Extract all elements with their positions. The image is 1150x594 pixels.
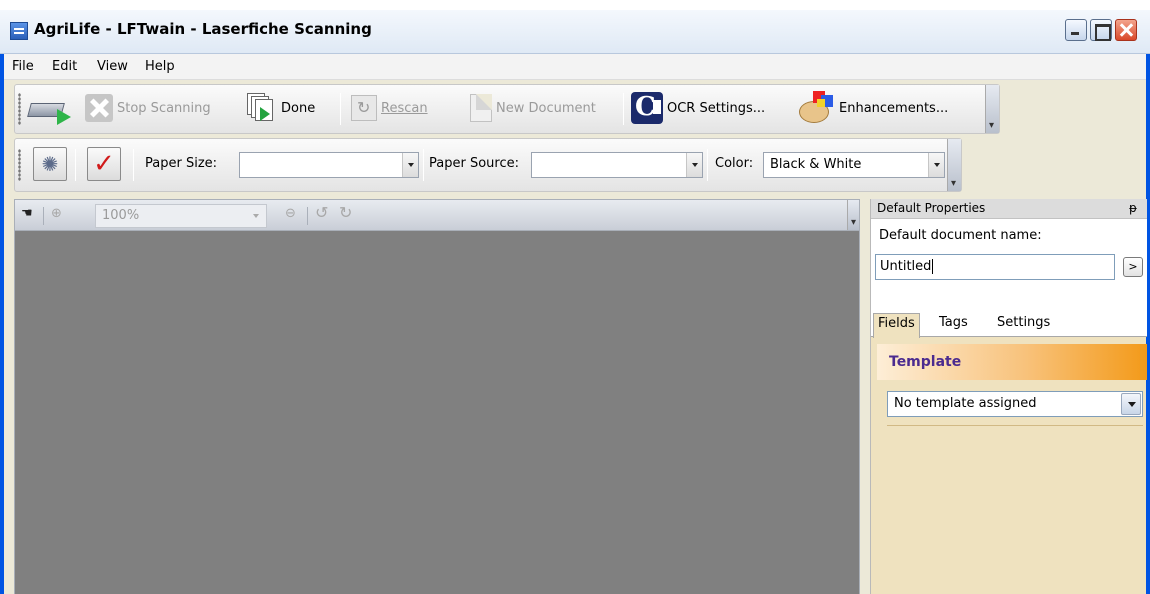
scan-toolbar: Stop Scanning Done Rescan New Document O…: [14, 84, 1000, 134]
document-name-label: Default document name:: [879, 228, 1042, 243]
properties-tabs: Fields Tags Settings: [871, 311, 1147, 338]
template-section-header: Template: [877, 344, 1147, 380]
stop-scanning-label: Stop Scanning: [117, 100, 211, 116]
menu-bar: File Edit View Help: [4, 54, 1146, 80]
paper-source-select[interactable]: [531, 152, 703, 178]
toolbar-grip[interactable]: [18, 149, 21, 181]
sparkle-icon: ✺: [33, 147, 67, 181]
new-document-icon: [470, 94, 492, 122]
checkmark-icon: ✓: [87, 147, 121, 181]
menu-view[interactable]: View: [97, 59, 128, 74]
zoom-value: 100%: [102, 208, 140, 223]
maximize-button[interactable]: [1090, 19, 1112, 41]
apply-name-button[interactable]: >: [1123, 257, 1143, 277]
toolbar-separator: [75, 149, 76, 181]
toolbar-overflow-button[interactable]: [947, 139, 961, 191]
template-title: Template: [889, 354, 962, 370]
rescan-icon: [351, 95, 377, 121]
check-settings-button[interactable]: ✓: [87, 147, 121, 181]
rescan-label: Rescan: [381, 100, 428, 116]
minimize-button[interactable]: [1065, 19, 1087, 41]
tab-fields[interactable]: Fields: [873, 313, 920, 338]
tab-tags[interactable]: Tags: [935, 315, 972, 330]
template-divider: [887, 425, 1143, 426]
rotate-right-icon[interactable]: ↻: [339, 203, 352, 222]
app-window: AgriLife - LFTwain - Laserfiche Scanning…: [0, 0, 1150, 594]
done-label: Done: [281, 100, 316, 116]
toolbar-separator: [423, 149, 424, 181]
menu-edit[interactable]: Edit: [52, 59, 77, 74]
new-document-label: New Document: [496, 100, 596, 116]
chevron-down-icon: [1121, 393, 1141, 415]
document-name-section: Default document name: Untitled >: [871, 219, 1147, 311]
toolbar-separator: [133, 149, 134, 181]
toolbar-separator: [340, 93, 341, 125]
tab-settings[interactable]: Settings: [993, 315, 1054, 330]
zoom-select[interactable]: 100%: [95, 204, 267, 228]
done-button[interactable]: Done: [247, 93, 315, 123]
enhancements-button[interactable]: Enhancements...: [799, 91, 948, 125]
window-title: AgriLife - LFTwain - Laserfiche Scanning: [34, 20, 372, 38]
ocr-icon: [631, 92, 663, 124]
properties-panel-header: Default Properties ᵽ: [871, 199, 1147, 219]
enhancements-label: Enhancements...: [839, 100, 949, 116]
menu-help[interactable]: Help: [145, 59, 175, 74]
color-select[interactable]: Black & White: [763, 152, 945, 178]
toolbar-overflow-button[interactable]: [985, 85, 999, 133]
zoom-in-icon[interactable]: ⊕: [51, 206, 62, 221]
menu-file[interactable]: File: [12, 59, 34, 74]
ocr-settings-label: OCR Settings...: [667, 100, 766, 116]
chevron-down-icon: [250, 207, 264, 225]
settings-toolbar: ✺ ✓ Paper Size: Paper Source: Color: Bla…: [14, 138, 962, 192]
ocr-settings-button[interactable]: OCR Settings...: [631, 92, 765, 124]
document-name-input[interactable]: Untitled: [875, 254, 1115, 280]
palette-icon: [799, 91, 835, 125]
pin-icon[interactable]: ᵽ: [1129, 201, 1137, 215]
properties-panel: Default Properties ᵽ Default document na…: [870, 199, 1147, 594]
chevron-down-icon: [402, 153, 418, 177]
chevron-down-icon: [686, 153, 702, 177]
close-button[interactable]: [1115, 19, 1137, 41]
rotate-left-icon[interactable]: ↺: [315, 203, 328, 222]
title-bar: AgriLife - LFTwain - Laserfiche Scanning: [0, 0, 1150, 54]
zoom-out-icon[interactable]: ⊖: [285, 206, 296, 221]
template-select[interactable]: No template assigned: [887, 391, 1143, 417]
app-icon: [10, 22, 28, 40]
toolbar-separator: [707, 149, 708, 181]
toolbar-separator: [623, 93, 624, 125]
toolbar-separator: [43, 207, 44, 225]
viewer-toolbar: ☚ ⊕ 100% ⊖ ↺ ↻: [14, 199, 860, 231]
properties-panel-title: Default Properties: [877, 201, 986, 215]
scan-button[interactable]: [27, 93, 73, 125]
color-label: Color:: [715, 156, 754, 171]
document-name-value: Untitled: [880, 259, 934, 274]
paper-size-select[interactable]: [239, 152, 419, 178]
scanner-icon: [27, 93, 73, 125]
template-select-value: No template assigned: [894, 396, 1037, 411]
color-select-value: Black & White: [770, 157, 862, 172]
toolbar-overflow-button[interactable]: [847, 200, 859, 230]
toolbar-separator: [307, 207, 308, 225]
document-viewer[interactable]: [14, 231, 860, 594]
paper-size-label: Paper Size:: [145, 156, 218, 171]
rescan-button[interactable]: Rescan: [351, 95, 428, 121]
paper-source-label: Paper Source:: [429, 156, 519, 171]
pan-hand-icon[interactable]: ☚: [21, 206, 33, 221]
auto-settings-button[interactable]: ✺: [33, 147, 67, 181]
stop-scanning-button[interactable]: Stop Scanning: [85, 94, 211, 122]
new-document-button[interactable]: New Document: [470, 94, 596, 122]
done-icon: [247, 93, 277, 123]
chevron-down-icon: [928, 153, 944, 177]
stop-icon: [85, 94, 113, 122]
toolbar-grip[interactable]: [18, 93, 21, 125]
